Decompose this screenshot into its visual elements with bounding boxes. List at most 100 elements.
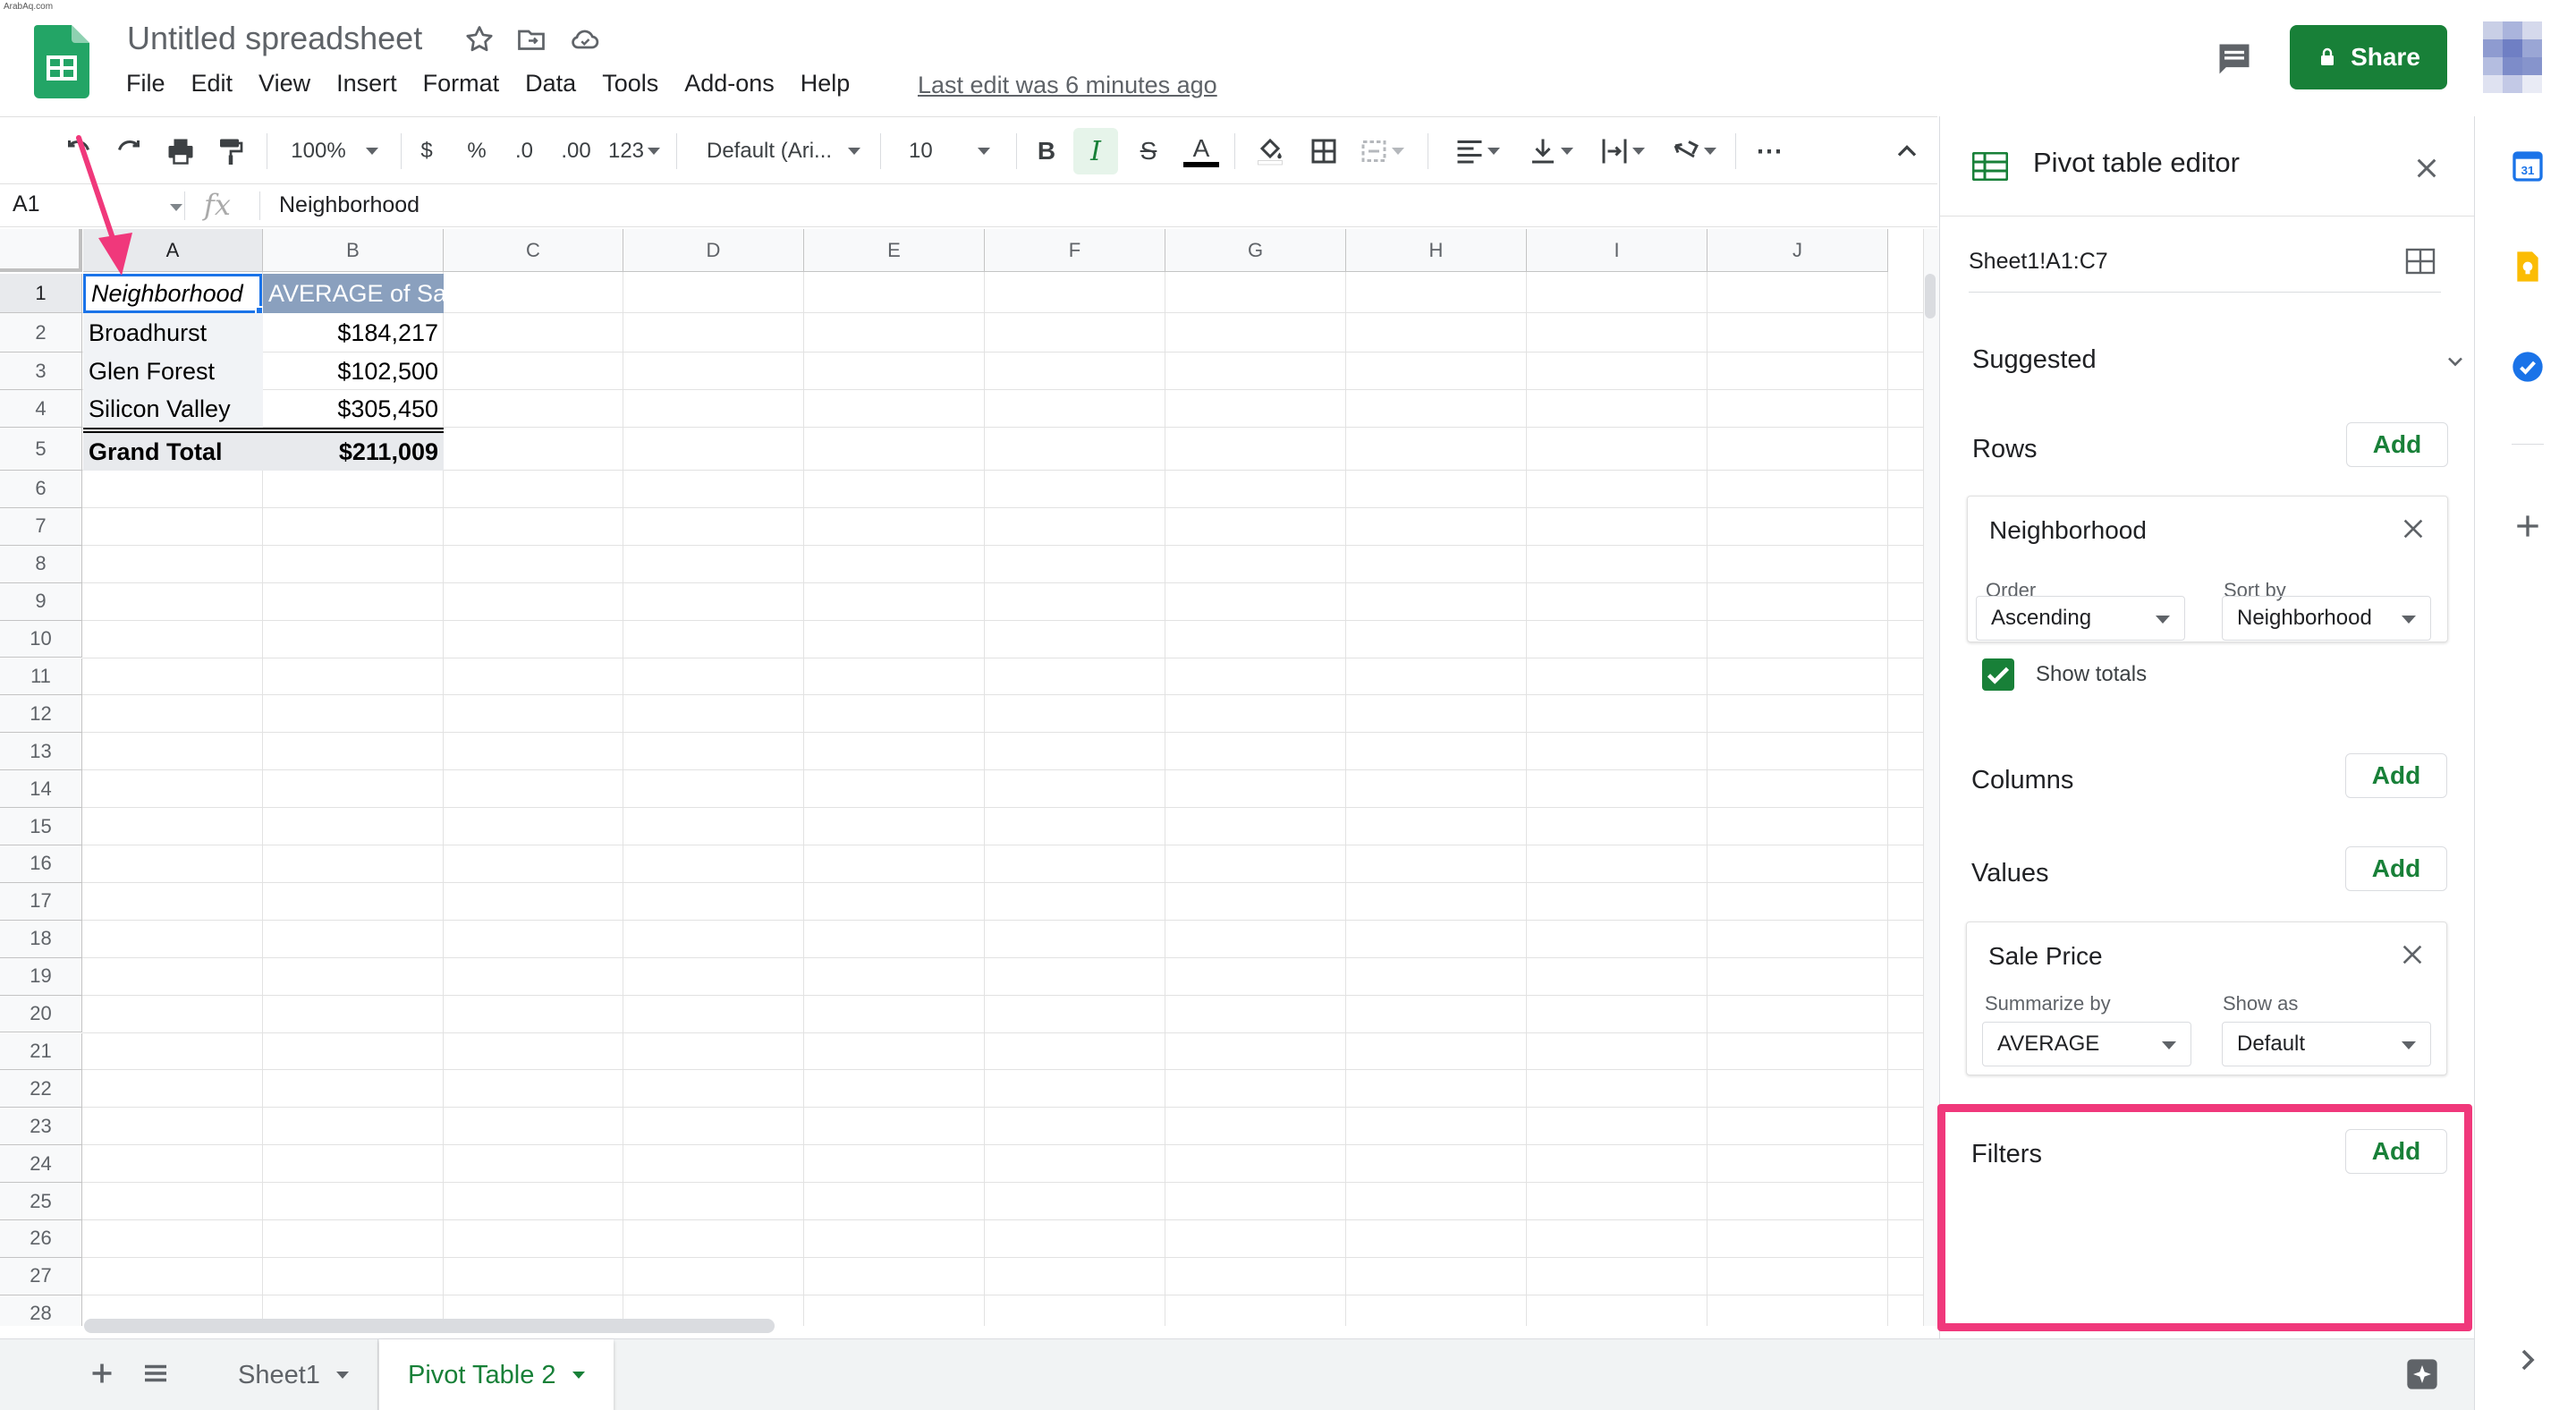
- horizontal-align-icon[interactable]: [1445, 117, 1508, 185]
- menu-data[interactable]: Data: [525, 70, 576, 102]
- bold-button[interactable]: B: [1032, 117, 1061, 185]
- column-header[interactable]: F: [985, 229, 1165, 272]
- font-family-select[interactable]: Default (Ari...: [707, 117, 871, 185]
- row-header[interactable]: 13: [0, 733, 82, 771]
- collapse-menu-icon[interactable]: [1887, 117, 1927, 185]
- column-header[interactable]: J: [1707, 229, 1888, 272]
- borders-icon[interactable]: [1302, 117, 1345, 185]
- column-header[interactable]: H: [1346, 229, 1527, 272]
- add-addon-icon[interactable]: [2510, 508, 2546, 544]
- paint-format-icon[interactable]: [209, 117, 252, 185]
- fill-color-icon[interactable]: [1249, 117, 1292, 185]
- tab-pivot-table-2[interactable]: Pivot Table 2: [379, 1339, 614, 1410]
- row-header[interactable]: 19: [0, 957, 82, 996]
- text-color-button[interactable]: A: [1181, 117, 1222, 185]
- avatar[interactable]: [2483, 21, 2542, 93]
- remove-value-field-close-icon[interactable]: [2398, 940, 2427, 969]
- row-header[interactable]: 12: [0, 695, 82, 734]
- document-title[interactable]: Untitled spreadsheet: [127, 20, 422, 57]
- row-header[interactable]: 6: [0, 471, 82, 508]
- cell-b5[interactable]: $211,009: [263, 433, 444, 471]
- select-all-corner[interactable]: [0, 229, 82, 272]
- last-edit-link[interactable]: Last edit was 6 minutes ago: [918, 72, 1217, 99]
- italic-button[interactable]: I: [1073, 128, 1118, 174]
- row-header[interactable]: 5: [0, 428, 82, 471]
- column-header[interactable]: I: [1527, 229, 1707, 272]
- cell-b2[interactable]: $184,217: [263, 313, 444, 352]
- keep-notes-icon[interactable]: [2510, 249, 2546, 285]
- row-header[interactable]: 10: [0, 620, 82, 658]
- sheets-logo-icon[interactable]: [34, 25, 89, 98]
- row-header[interactable]: 11: [0, 658, 82, 696]
- calendar-icon[interactable]: 31: [2510, 149, 2546, 184]
- add-columns-button[interactable]: Add: [2345, 753, 2447, 798]
- column-header[interactable]: B: [263, 229, 444, 272]
- cell-a4[interactable]: Silicon Valley: [83, 390, 263, 428]
- menu-file[interactable]: File: [126, 70, 165, 102]
- row-header[interactable]: 27: [0, 1257, 82, 1295]
- cell-a5[interactable]: Grand Total: [83, 433, 263, 471]
- all-sheets-menu-icon[interactable]: [140, 1357, 172, 1389]
- expand-side-panel-icon[interactable]: [2510, 1342, 2546, 1378]
- spreadsheet-grid[interactable]: ABCDEFGHIJ 1 2 3 4 5 6 7 8 9 10 11 12 13 14 15 16 17 18 19…: [0, 229, 1923, 1326]
- vertical-scroll-thumb[interactable]: [1925, 274, 1936, 319]
- menu-insert[interactable]: Insert: [336, 70, 397, 102]
- strikethrough-button[interactable]: S: [1132, 117, 1165, 185]
- formula-input[interactable]: Neighborhood: [279, 192, 419, 218]
- currency-format-button[interactable]: $: [413, 117, 440, 185]
- name-box[interactable]: A1: [13, 191, 40, 217]
- increase-decimal-button[interactable]: .00: [556, 117, 596, 185]
- menu-help[interactable]: Help: [801, 70, 851, 102]
- order-dropdown[interactable]: Ascending: [1976, 596, 2185, 641]
- vertical-align-icon[interactable]: [1521, 117, 1580, 185]
- cell-a3[interactable]: Glen Forest: [83, 352, 263, 390]
- menu-format[interactable]: Format: [423, 70, 500, 102]
- menu-add-ons[interactable]: Add-ons: [684, 70, 775, 102]
- menu-tools[interactable]: Tools: [602, 70, 658, 102]
- column-header[interactable]: D: [623, 229, 804, 272]
- column-header[interactable]: C: [444, 229, 623, 272]
- cell-b1[interactable]: AVERAGE of Sa: [263, 274, 444, 313]
- horizontal-scroll-thumb[interactable]: [84, 1319, 775, 1333]
- row-header[interactable]: 9: [0, 582, 82, 621]
- share-button[interactable]: Share: [2290, 25, 2447, 89]
- zoom-select[interactable]: 100%: [283, 117, 386, 185]
- row-header[interactable]: 28: [0, 1295, 82, 1326]
- menu-view[interactable]: View: [258, 70, 310, 102]
- move-folder-icon[interactable]: [513, 23, 549, 55]
- column-header[interactable]: G: [1165, 229, 1346, 272]
- row-header[interactable]: 24: [0, 1145, 82, 1184]
- close-icon[interactable]: [2412, 154, 2441, 183]
- add-sheet-icon[interactable]: [86, 1357, 118, 1389]
- row-header[interactable]: 22: [0, 1070, 82, 1108]
- row-header[interactable]: 4: [0, 390, 82, 428]
- row-header[interactable]: 21: [0, 1032, 82, 1071]
- more-tools-button[interactable]: ⋯: [1751, 117, 1787, 185]
- print-icon[interactable]: [159, 117, 202, 185]
- row-header[interactable]: 18: [0, 920, 82, 958]
- row-header[interactable]: 7: [0, 507, 82, 546]
- cell-b4[interactable]: $305,450: [263, 390, 444, 428]
- font-size-select[interactable]: 10: [909, 117, 1002, 185]
- row-header[interactable]: 14: [0, 770, 82, 809]
- cell-a2[interactable]: Broadhurst: [83, 313, 263, 352]
- remove-row-field-close-icon[interactable]: [2399, 514, 2428, 543]
- row-header[interactable]: 1: [0, 274, 82, 313]
- row-header[interactable]: 8: [0, 545, 82, 583]
- text-rotation-icon[interactable]: [1662, 117, 1724, 185]
- column-header[interactable]: E: [804, 229, 985, 272]
- explore-icon[interactable]: [2404, 1356, 2440, 1392]
- comment-history-icon[interactable]: [2215, 39, 2254, 79]
- show-totals-checkbox[interactable]: [1982, 658, 2014, 691]
- row-header[interactable]: 16: [0, 845, 82, 883]
- row-header[interactable]: 25: [0, 1183, 82, 1220]
- cloud-saved-icon[interactable]: [567, 23, 603, 55]
- percent-format-button[interactable]: %: [462, 117, 492, 185]
- chevron-down-icon[interactable]: [2443, 349, 2468, 374]
- data-range-input[interactable]: Sheet1!A1:C7: [1969, 249, 2108, 275]
- row-header[interactable]: 15: [0, 808, 82, 845]
- select-range-grid-icon[interactable]: [2405, 247, 2436, 276]
- add-values-button[interactable]: Add: [2345, 846, 2447, 891]
- more-formats-select[interactable]: 123: [605, 117, 664, 185]
- text-wrapping-icon[interactable]: [1592, 117, 1651, 185]
